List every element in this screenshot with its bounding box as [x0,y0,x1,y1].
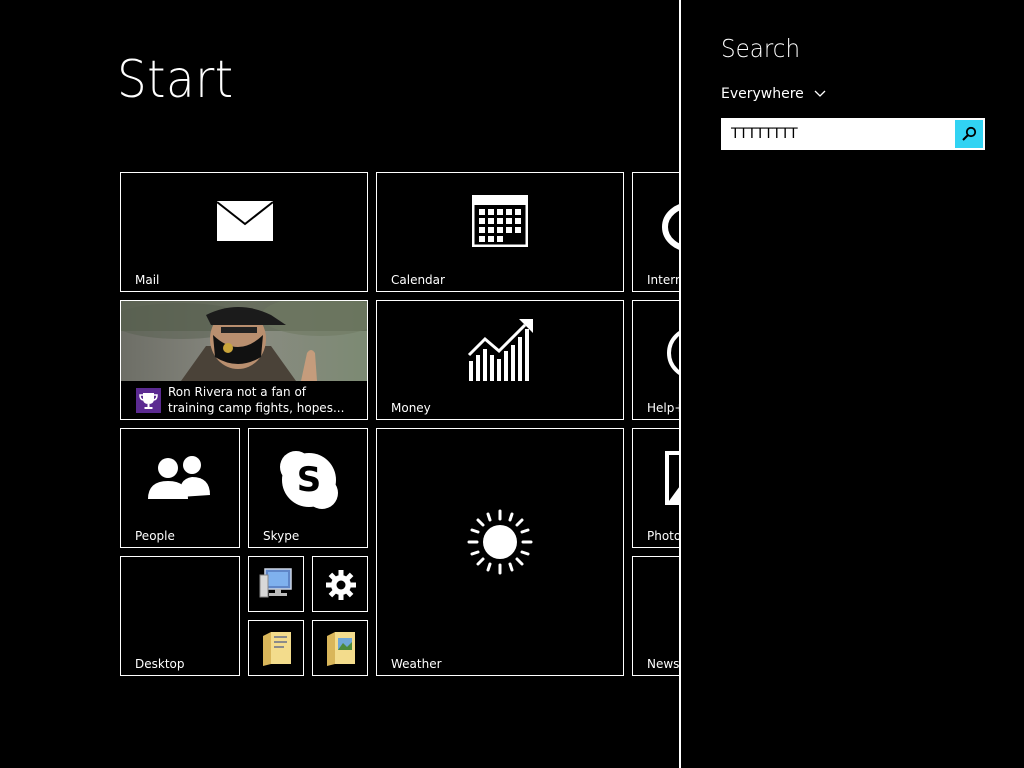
chevron-down-icon [814,90,826,97]
svg-text:S: S [297,460,322,500]
documents-folder-icon [263,632,291,666]
people-icon [148,456,210,499]
tile-help-tips[interactable]: Help+Tips [632,300,679,420]
mail-icon [216,201,274,241]
search-pane: Search Everywhere [679,0,1024,768]
tile-money[interactable]: Money [376,300,624,420]
tile-weather[interactable]: Weather [376,428,624,676]
tile-label-weather: Weather [391,657,442,671]
tile-label-news: News [647,657,679,671]
trophy-icon [139,393,158,409]
skype-icon: S [280,451,338,509]
tile-this-pc[interactable] [248,556,304,612]
news-category-badge [136,388,161,413]
tile-label-mail: Mail [135,273,160,287]
internet-explorer-icon [662,204,679,250]
tile-pictures[interactable] [312,620,368,676]
photos-icon [665,451,679,505]
news-photo [121,301,367,381]
search-scope-label: Everywhere [721,86,804,102]
calendar-icon [472,195,528,247]
news-headline-line2: training camp fights, hopes... [168,401,345,415]
tile-news[interactable]: News [632,556,679,676]
news-headline-line1: Ron Rivera not a fan of [168,385,307,399]
this-pc-icon [259,568,292,598]
money-chart-icon [467,319,533,381]
tile-label-photos: Photos [647,529,679,543]
tile-label-desktop: Desktop [135,657,185,671]
tile-skype[interactable]: S Skype [248,428,368,548]
pictures-folder-icon [327,632,355,666]
search-icon [962,126,977,141]
tile-desktop[interactable]: Desktop [120,556,240,676]
start-title: Start [117,50,234,110]
tile-label-calendar: Calendar [391,273,445,287]
tile-label-money: Money [391,401,431,415]
tile-internet-explorer[interactable]: Internet Explorer [632,172,679,292]
tile-settings[interactable] [312,556,368,612]
tile-label-skype: Skype [263,529,300,543]
tile-mail[interactable]: Mail [120,172,368,292]
search-title: Search [721,34,801,63]
tile-label-people: People [135,529,175,543]
search-button[interactable] [955,120,983,148]
search-box [721,118,985,150]
tile-label-help-tips: Help+Tips [647,401,679,415]
tile-news-live[interactable]: Ron Rivera not a fan of training camp fi… [120,300,368,420]
search-input[interactable] [723,120,955,148]
start-screen: Start Mail Calendar Internet Explorer [0,0,679,768]
tile-people[interactable]: People [120,428,240,548]
search-scope-dropdown[interactable]: Everywhere [721,86,826,102]
tile-calendar[interactable]: Calendar [376,172,624,292]
tile-photos[interactable]: Photos [632,428,679,548]
tile-label-internet-explorer: Internet Explorer [647,273,679,287]
tile-documents[interactable] [248,620,304,676]
settings-gear-icon [326,570,356,600]
help-icon [667,331,679,375]
news-headline: Ron Rivera not a fan of training camp fi… [168,384,358,416]
sun-icon [467,509,533,575]
